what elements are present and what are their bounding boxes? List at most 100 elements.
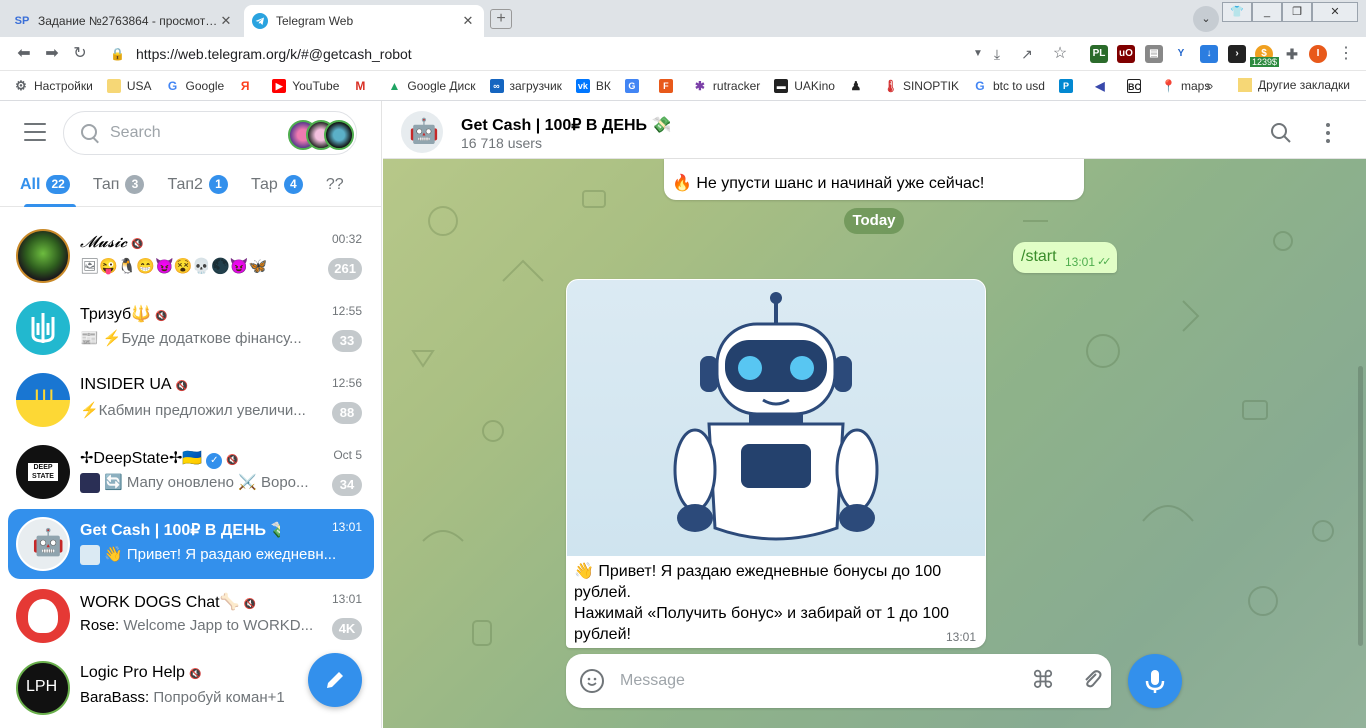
install-icon[interactable]: ⤓ xyxy=(985,43,1009,65)
puzzle-extensions-icon[interactable]: ✚ xyxy=(1283,45,1301,63)
search-icon[interactable] xyxy=(1269,121,1293,145)
tab-folder[interactable]: Тап 3 xyxy=(93,175,145,194)
bookmark-item[interactable]: ◀ xyxy=(1093,79,1113,93)
command-link[interactable]: /start xyxy=(1021,248,1057,266)
profile-avatar[interactable]: I xyxy=(1309,45,1327,63)
bookmark-item[interactable]: M xyxy=(353,79,373,93)
message-composer: ⌘ xyxy=(566,654,1111,708)
previous-message-bubble: 🔥 Не упусти шанс и начинай уже сейчас! xyxy=(664,159,1084,200)
tab-title: Telegram Web xyxy=(276,14,354,28)
bookmark-item[interactable]: ♟ xyxy=(849,79,869,93)
extension-y-icon[interactable]: Y xyxy=(1172,45,1190,63)
tab-folder[interactable]: Тап2 1 xyxy=(167,175,228,194)
bookmarks-overflow-button[interactable]: » xyxy=(1206,78,1213,93)
extension-case-icon[interactable]: ▤ xyxy=(1145,45,1163,63)
bookmark-item[interactable]: G Google xyxy=(166,79,224,93)
chat-name: Logic Pro Help 🔇 xyxy=(80,664,202,681)
more-options-icon[interactable] xyxy=(1324,123,1332,143)
p-icon: P xyxy=(1058,78,1073,93)
bookmark-item[interactable]: USA xyxy=(106,78,152,93)
new-tab-button[interactable]: + xyxy=(490,9,512,29)
folder-tabs: All 22 Тап 3 Тап2 1 Тар 4 ?? xyxy=(0,163,381,207)
bookmark-item[interactable]: ∞ загрузчик xyxy=(489,78,562,93)
tab-close-icon[interactable]: ✕ xyxy=(218,13,234,29)
tab-close-icon[interactable]: ✕ xyxy=(460,13,476,29)
search-bar[interactable] xyxy=(63,111,357,155)
tab-all[interactable]: All 22 xyxy=(20,175,70,194)
bookmark-item[interactable]: ⚙ Настройки xyxy=(14,78,93,93)
deepstate-logo-icon: DEEP STATE xyxy=(28,463,58,481)
story-avatar[interactable] xyxy=(324,120,354,150)
lock-icon[interactable]: 🔒 xyxy=(110,47,126,61)
chat-item[interactable]: Ш INSIDER UA 🔇 12:56 ⚡Кабмин предложил ув… xyxy=(8,365,374,435)
bookmark-star-icon[interactable]: ☆ xyxy=(1048,43,1072,65)
pencil-icon xyxy=(327,672,343,688)
ublock-icon[interactable]: uO xyxy=(1117,45,1135,63)
shirt-icon[interactable]: 👕 xyxy=(1222,2,1252,22)
reload-button[interactable]: ↻ xyxy=(68,43,92,65)
tab-folder[interactable]: ?? xyxy=(326,176,344,194)
close-window-button[interactable]: ✕ xyxy=(1312,2,1358,22)
chat-title[interactable]: Get Cash | 100₽ В ДЕНЬ 💸 xyxy=(461,115,671,135)
microphone-button[interactable] xyxy=(1128,654,1182,708)
download-ext-icon[interactable]: ↓ xyxy=(1200,45,1218,63)
bookmark-item[interactable]: Gbtc to usd xyxy=(973,79,1045,93)
minimize-button[interactable]: _ xyxy=(1252,2,1282,22)
bookmark-item[interactable]: vk ВК xyxy=(575,78,611,93)
avatar: 🤖 xyxy=(16,517,70,571)
new-message-button[interactable] xyxy=(308,653,362,707)
folder-count-badge: 4 xyxy=(283,175,303,194)
browser-menu-icon[interactable]: ⋮ xyxy=(1334,43,1358,65)
chat-item[interactable]: 𝓜𝓾𝓼𝓲𝓬 🔇 00:32 🖼😜🐧😁😈😵💀🌑😈🦋 261 xyxy=(8,221,374,291)
map-thumbnail-icon xyxy=(80,473,100,494)
unread-badge: 33 xyxy=(332,330,362,352)
search-input[interactable] xyxy=(110,124,280,142)
bookmark-item[interactable]: Я xyxy=(238,79,258,93)
address-bar[interactable]: 🔒 https://web.telegram.org/k/#@getcash_r… xyxy=(102,41,1082,67)
bookmark-item[interactable]: BC xyxy=(1126,78,1147,93)
chat-item-active[interactable]: 🤖 Get Cash | 100₽ В ДЕНЬ 💸 13:01 👋 Приве… xyxy=(8,509,374,579)
url-text[interactable]: https://web.telegram.org/k/#@getcash_rob… xyxy=(136,46,412,62)
message-input[interactable] xyxy=(620,669,1000,693)
browser-tab-active[interactable]: Telegram Web ✕ xyxy=(244,5,484,37)
hamburger-menu-button[interactable] xyxy=(24,123,46,141)
bookmark-item[interactable]: 🌡 SINOPTIK xyxy=(883,79,959,93)
bot-robot-image[interactable] xyxy=(567,280,985,556)
extension-pl-icon[interactable]: PL xyxy=(1090,45,1108,63)
coat-of-arms-icon: Ш xyxy=(34,385,55,410)
back-button[interactable]: ⬅ xyxy=(12,43,36,65)
bookmark-item[interactable]: G xyxy=(624,78,645,93)
bookmark-item[interactable]: ▬ UAKino xyxy=(774,78,835,93)
chat-item[interactable]: Тризуб🔱 🔇 12:55 📰 ⚡Буде додаткове фінансу… xyxy=(8,293,374,363)
chat-header[interactable]: 🤖 Get Cash | 100₽ В ДЕНЬ 💸 16 718 users xyxy=(383,101,1366,159)
outgoing-message-bubble: /start 13:01 ✓✓ xyxy=(1013,242,1117,273)
bot-commands-icon[interactable]: ⌘ xyxy=(1031,666,1055,695)
bookmark-item[interactable]: ▲ Google Диск xyxy=(387,79,475,93)
folder-count-badge: 1 xyxy=(208,175,228,194)
muted-icon: 🔇 xyxy=(243,599,256,610)
chat-time: 13:01 xyxy=(331,520,362,534)
bookmark-item[interactable]: ▶ YouTube xyxy=(272,78,339,93)
paperclip-icon[interactable] xyxy=(1080,668,1104,692)
forward-button[interactable]: ➡ xyxy=(40,43,64,65)
avatar[interactable]: 🤖 xyxy=(401,111,443,153)
bot-message-bubble: 👋 Привет! Я раздаю ежедневные бонусы до … xyxy=(566,279,986,648)
bookmark-item[interactable]: ✱ rutracker xyxy=(693,79,760,93)
share-icon[interactable]: ↗ xyxy=(1015,43,1039,65)
terminal-ext-icon[interactable]: › xyxy=(1228,45,1246,63)
chat-scrollbar[interactable] xyxy=(1358,366,1363,646)
chat-item[interactable]: WORK DOGS Chat🦴 🔇 13:01 Rose: Welcome Jap… xyxy=(8,581,374,651)
bookmark-item[interactable]: 📍 maps xyxy=(1161,79,1210,93)
bot-thumbnail-icon xyxy=(80,545,100,566)
other-bookmarks-folder[interactable]: Другие закладки xyxy=(1238,78,1350,92)
tab-search-chevron-icon[interactable]: ⌄ xyxy=(1193,6,1219,32)
avatar: LPH xyxy=(16,661,70,715)
bookmark-item[interactable]: P xyxy=(1058,78,1079,93)
maximize-button[interactable]: ❐ xyxy=(1282,2,1312,22)
browser-tab-inactive[interactable]: SP Задание №2763864 - просмотр за... ✕ xyxy=(6,5,242,37)
emoji-icon[interactable] xyxy=(580,669,604,693)
bookmarks-bar: ⚙ Настройки USA G Google Я ▶ YouTube M ▲ Goo… xyxy=(0,71,1366,101)
chat-item[interactable]: DEEP STATE ✢DeepState✢🇺🇦 ✓ 🔇 Oct 5 🔄 Мапу … xyxy=(8,437,374,507)
bookmark-item[interactable]: F xyxy=(658,78,679,93)
tab-folder[interactable]: Тар 4 xyxy=(251,175,303,194)
